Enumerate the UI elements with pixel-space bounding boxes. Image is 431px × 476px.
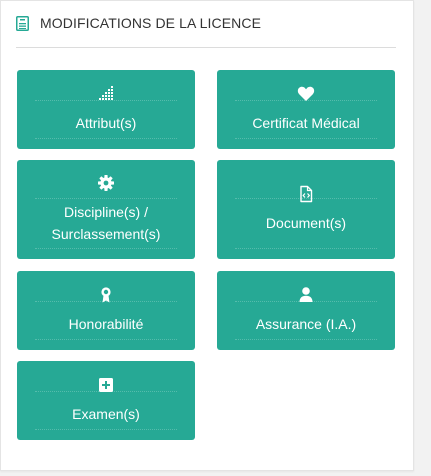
tile-label: Document(s)	[265, 215, 347, 231]
cog-icon	[97, 174, 115, 192]
tile-label: Examen(s)	[72, 406, 140, 422]
assurance-button[interactable]: Assurance (I.A.)	[217, 271, 395, 350]
license-modifications-panel: MODIFICATIONS DE LA LICENCE Attribut(s) …	[0, 0, 414, 471]
tile-label: Assurance (I.A.)	[255, 316, 357, 332]
document-button[interactable]: Document(s)	[217, 160, 395, 259]
tile-label: Honorabilité	[68, 316, 144, 332]
award-ribbon-icon	[97, 286, 115, 304]
plus-square-icon	[97, 376, 115, 394]
examen-button[interactable]: Examen(s)	[17, 361, 195, 440]
signal-bars-icon	[97, 85, 115, 103]
heart-icon	[297, 85, 315, 103]
tile-label: Discipline(s) / Surclassement(s)	[51, 204, 161, 242]
honorabilite-button[interactable]: Honorabilité	[17, 271, 195, 350]
discipline-surclassement-button[interactable]: Discipline(s) / Surclassement(s)	[17, 160, 195, 259]
tile-label: Attribut(s)	[75, 115, 137, 131]
panel-title: MODIFICATIONS DE LA LICENCE	[40, 15, 262, 31]
id-card-icon	[16, 16, 29, 31]
attributs-button[interactable]: Attribut(s)	[17, 70, 195, 149]
user-icon	[297, 286, 315, 304]
file-code-icon	[297, 185, 315, 203]
tile-label: Certificat Médical	[252, 115, 360, 131]
certificat-medical-button[interactable]: Certificat Médical	[217, 70, 395, 149]
panel-header: MODIFICATIONS DE LA LICENCE	[16, 14, 396, 48]
